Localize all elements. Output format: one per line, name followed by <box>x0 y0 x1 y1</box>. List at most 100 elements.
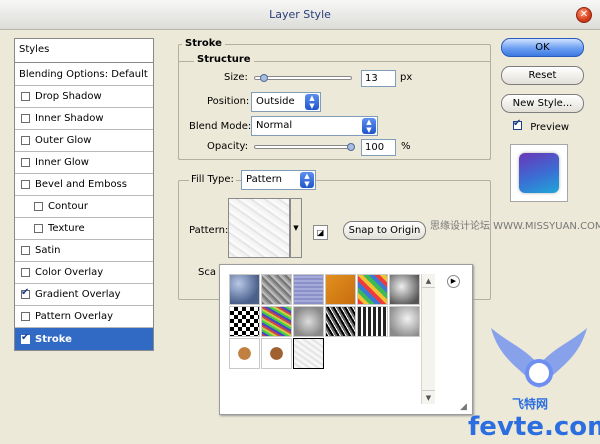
scroll-down-icon[interactable]: ▼ <box>422 390 435 404</box>
popup-scrollbar[interactable]: ▲ ▼ <box>421 274 435 404</box>
style-item-texture[interactable]: Texture <box>15 218 153 240</box>
preview-label: Preview <box>530 122 570 133</box>
position-label: Position: <box>207 96 250 107</box>
window-title: Layer Style <box>269 8 331 21</box>
size-slider[interactable] <box>254 74 352 82</box>
blend-mode-value: Normal <box>256 120 293 131</box>
style-item-checkbox[interactable] <box>21 246 30 255</box>
logo-cn-text: 飞特网 <box>512 397 549 411</box>
pattern-swatch-orange-texture[interactable] <box>325 274 356 305</box>
style-item-checkbox[interactable] <box>21 92 30 101</box>
style-item-label: Inner Shadow <box>35 113 104 124</box>
watermark-text: 思缘设计论坛 WWW.MISSYUAN.COM <box>430 221 600 232</box>
style-item-label: Blending Options: Default <box>19 68 148 80</box>
style-item-inner-shadow[interactable]: Inner Shadow <box>15 108 153 130</box>
position-value: Outside <box>256 96 295 107</box>
pattern-swatch-purple-fabric[interactable] <box>293 274 324 305</box>
style-item-checkbox[interactable] <box>21 287 30 299</box>
style-item-label: Contour <box>48 201 88 212</box>
style-item-checkbox[interactable] <box>21 332 30 344</box>
pattern-swatch-gray-blobs[interactable] <box>293 306 324 337</box>
style-item-checkbox[interactable] <box>21 158 30 167</box>
snap-to-origin-button[interactable]: Snap to Origin <box>343 221 426 240</box>
style-item-satin[interactable]: Satin <box>15 240 153 262</box>
opacity-input[interactable]: 100 <box>361 139 396 156</box>
new-preset-icon[interactable]: ◪ <box>313 225 328 240</box>
style-item-blending-options-default[interactable]: Blending Options: Default <box>15 63 153 86</box>
style-item-label: Drop Shadow <box>35 91 102 102</box>
pattern-swatch-butterfly-2[interactable] <box>261 338 292 369</box>
style-item-inner-glow[interactable]: Inner Glow <box>15 152 153 174</box>
pattern-swatch-gray-rocks[interactable] <box>389 306 420 337</box>
pattern-swatch-blue-bubbles[interactable] <box>229 274 260 305</box>
scale-label: Sca <box>198 267 216 278</box>
style-item-contour[interactable]: Contour <box>15 196 153 218</box>
opacity-label: Opacity: <box>207 141 249 152</box>
style-item-label: Stroke <box>35 333 72 345</box>
styles-list: Styles Blending Options: Default Drop Sha… <box>14 38 154 351</box>
fill-type-select[interactable]: Pattern ▲ ▼ <box>241 170 316 190</box>
pattern-swatch-gray-noise[interactable] <box>261 274 292 305</box>
preview-checkbox[interactable]: Preview <box>513 118 570 133</box>
size-slider-thumb[interactable] <box>259 74 268 82</box>
pattern-swatch-marble[interactable] <box>389 274 420 305</box>
select-arrows-icon: ▲ ▼ <box>300 172 314 188</box>
blend-mode-label: Blend Mode: <box>189 121 252 132</box>
size-label: Size: <box>224 72 248 83</box>
style-item-checkbox[interactable] <box>21 136 30 145</box>
select-arrows-icon: ▲ ▼ <box>362 118 376 134</box>
style-item-color-overlay[interactable]: Color Overlay <box>15 262 153 284</box>
styles-list-header[interactable]: Styles <box>15 39 153 63</box>
style-item-drop-shadow[interactable]: Drop Shadow <box>15 86 153 108</box>
scroll-up-icon[interactable]: ▲ <box>422 274 435 288</box>
reset-button[interactable]: Reset <box>501 66 584 85</box>
pattern-swatch-dashes[interactable] <box>357 306 388 337</box>
fill-type-label: Fill Type: <box>189 174 236 185</box>
style-item-checkbox[interactable] <box>21 114 30 123</box>
pattern-swatch-black-white-noise[interactable] <box>325 306 356 337</box>
style-item-stroke[interactable]: Stroke <box>15 328 153 350</box>
pattern-swatch-white-texture-selected[interactable] <box>293 338 324 369</box>
opacity-unit: % <box>401 141 411 152</box>
position-select[interactable]: Outside ▲ ▼ <box>251 92 321 112</box>
style-item-checkbox[interactable] <box>34 202 43 211</box>
resize-grip-icon[interactable]: ◢ <box>460 402 470 412</box>
preview-checkbox-box[interactable] <box>513 118 522 130</box>
opacity-slider-thumb[interactable] <box>347 143 355 151</box>
style-item-outer-glow[interactable]: Outer Glow <box>15 130 153 152</box>
style-item-label: Gradient Overlay <box>35 289 121 300</box>
popup-menu-arrow-icon[interactable]: ▶ <box>447 275 460 288</box>
structure-group-title: Structure <box>194 54 254 65</box>
style-item-label: Pattern Overlay <box>35 311 114 322</box>
new-style-button[interactable]: New Style... <box>501 94 584 113</box>
style-item-gradient-overlay[interactable]: Gradient Overlay <box>15 284 153 306</box>
pattern-swatch-colored-noise[interactable] <box>261 306 292 337</box>
close-icon[interactable]: ✕ <box>576 7 592 23</box>
opacity-slider[interactable] <box>254 143 355 151</box>
style-item-checkbox[interactable] <box>21 268 30 277</box>
style-item-checkbox[interactable] <box>21 180 30 189</box>
pattern-label: Pattern: <box>189 225 229 236</box>
style-item-label: Color Overlay <box>35 267 104 278</box>
size-label-text: Size: <box>224 72 248 83</box>
style-item-bevel-and-emboss[interactable]: Bevel and Emboss <box>15 174 153 196</box>
style-item-label: Texture <box>48 223 85 234</box>
style-item-label: Bevel and Emboss <box>35 179 127 190</box>
style-item-label: Satin <box>35 245 61 256</box>
size-input[interactable]: 13 <box>361 70 396 87</box>
fevte-logo-wings-icon <box>491 328 587 388</box>
style-item-checkbox[interactable] <box>21 312 30 321</box>
fill-type-value: Pattern <box>246 174 282 185</box>
pattern-picker-arrow-icon[interactable]: ▼ <box>290 198 302 258</box>
style-item-label: Outer Glow <box>35 135 92 146</box>
pattern-swatch-butterfly-1[interactable] <box>229 338 260 369</box>
ok-button[interactable]: OK <box>501 38 584 57</box>
pattern-swatch-checkerboard[interactable] <box>229 306 260 337</box>
pattern-thumbnail[interactable] <box>228 198 290 258</box>
blend-mode-select[interactable]: Normal ▲ ▼ <box>251 116 378 136</box>
title-bar[interactable]: Layer Style ✕ <box>0 0 600 30</box>
pattern-picker-popup: ▲ ▼ ◢ <box>219 264 473 415</box>
pattern-swatch-rainbow-diagonal[interactable] <box>357 274 388 305</box>
style-item-pattern-overlay[interactable]: Pattern Overlay <box>15 306 153 328</box>
style-item-checkbox[interactable] <box>34 224 43 233</box>
